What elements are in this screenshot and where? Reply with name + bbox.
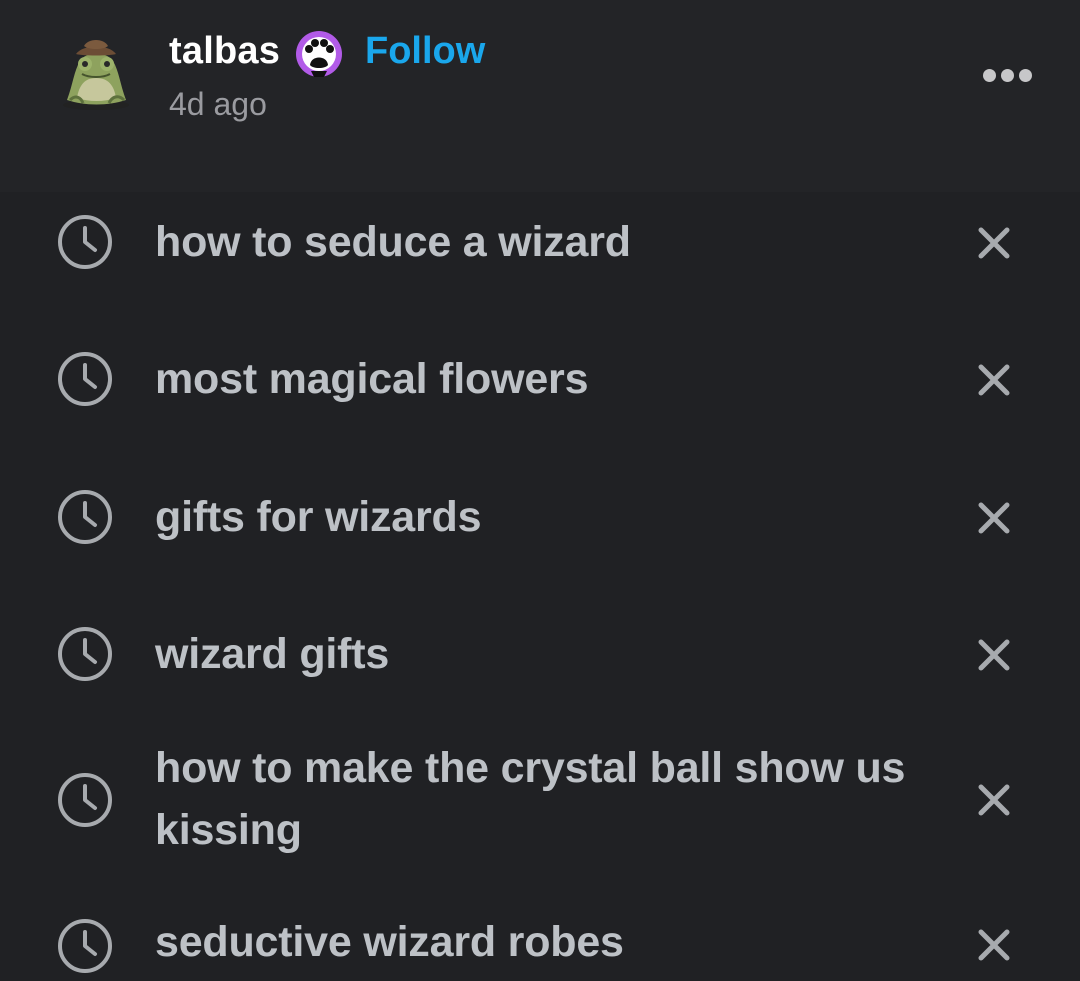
clock-icon [58,627,112,681]
clock-icon [58,352,112,406]
close-icon[interactable] [971,220,1017,266]
post-header: talbas Follow 4d ago [0,0,1080,192]
clock-icon [58,215,112,269]
recent-search-label[interactable]: gifts for wizards [155,486,925,548]
paw-print-badge-icon [296,31,342,77]
tumblr-post: talbas Follow 4d ago how to seduce a wiz… [0,0,1080,981]
recent-search-label[interactable]: wizard gifts [155,623,925,685]
clock-icon [58,919,112,973]
recent-search-label[interactable]: how to make the crystal ball show us kis… [155,737,925,861]
recent-search-list: how to seduce a wizard most magical flow… [0,192,1080,981]
close-icon[interactable] [971,495,1017,541]
post-timestamp: 4d ago [169,86,267,122]
recent-search-label[interactable]: how to seduce a wizard [155,211,925,273]
close-icon[interactable] [971,632,1017,678]
recent-search-label[interactable]: seductive wizard robes [155,911,925,973]
close-icon[interactable] [971,357,1017,403]
clock-icon [58,490,112,544]
close-icon[interactable] [971,922,1017,968]
follow-button[interactable]: Follow [365,30,485,73]
post-username[interactable]: talbas [169,30,280,73]
close-icon[interactable] [971,777,1017,823]
frog-with-hat-icon[interactable] [58,36,134,112]
clock-icon [58,773,112,827]
recent-search-label[interactable]: most magical flowers [155,348,925,410]
more-options-icon[interactable] [980,62,1036,88]
